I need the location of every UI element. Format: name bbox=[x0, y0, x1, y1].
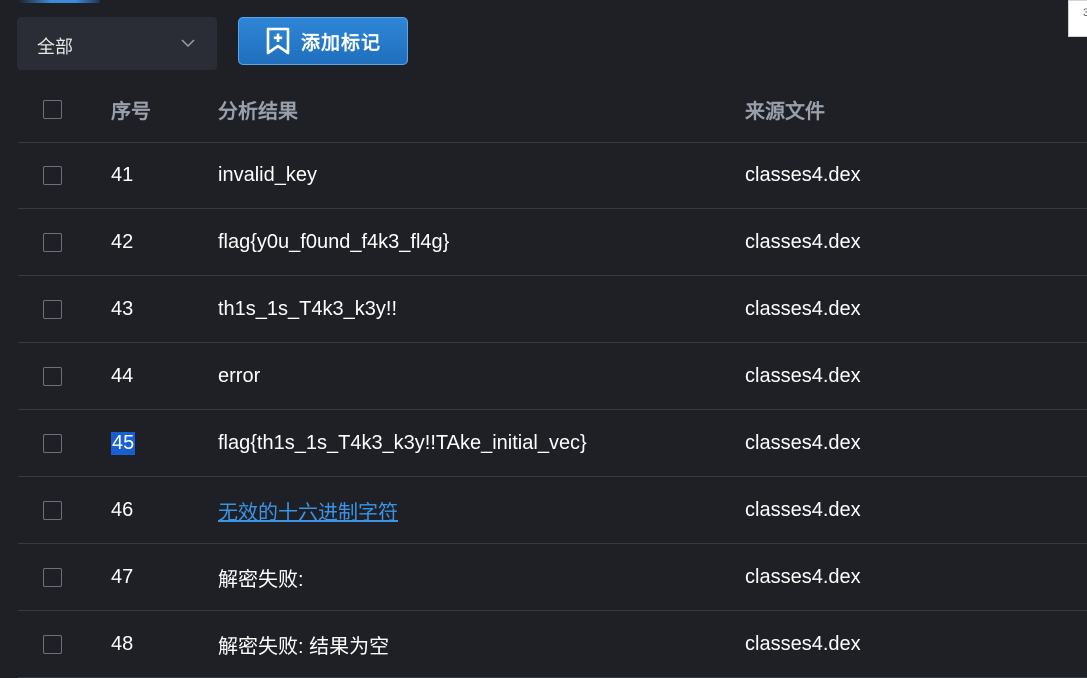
row-source: classes4.dex bbox=[745, 230, 861, 253]
row-source: classes4.dex bbox=[745, 364, 861, 387]
row-id-selected: 45 bbox=[111, 431, 136, 455]
row-result-link[interactable]: 无效的十六进制字符 bbox=[218, 496, 398, 525]
row-id: 42 bbox=[111, 230, 134, 253]
header-id[interactable]: 序号 bbox=[111, 76, 151, 142]
row-id: 47 bbox=[111, 565, 134, 588]
row-result: flag{th1s_1s_T4k3_k3y!!TAke_initial_vec} bbox=[218, 431, 587, 454]
table-row[interactable]: 48 解密失败: 结果为空 classes4.dex bbox=[18, 611, 1087, 678]
results-table: 序号 分析结果 来源文件 41 invalid_key classes4.dex… bbox=[18, 76, 1087, 678]
row-result: 解密失败: 结果为空 bbox=[218, 635, 390, 658]
header-source[interactable]: 来源文件 bbox=[745, 76, 825, 142]
row-result: 解密失败: bbox=[218, 568, 304, 591]
table-row[interactable]: 43 th1s_1s_T4k3_k3y!! classes4.dex bbox=[18, 276, 1087, 343]
table-header: 序号 分析结果 来源文件 bbox=[18, 76, 1087, 143]
add-marker-label: 添加标记 bbox=[300, 32, 381, 54]
row-checkbox[interactable] bbox=[43, 165, 62, 185]
bookmark-add-icon bbox=[266, 27, 290, 55]
row-id: 46 bbox=[111, 498, 134, 521]
table-row[interactable]: 45 flag{th1s_1s_T4k3_k3y!!TAke_initial_v… bbox=[18, 410, 1087, 477]
row-checkbox[interactable] bbox=[43, 366, 62, 386]
row-source: classes4.dex bbox=[745, 431, 861, 454]
row-source: classes4.dex bbox=[745, 632, 861, 655]
add-marker-button[interactable]: 添加标记 bbox=[238, 17, 408, 65]
row-id: 44 bbox=[111, 364, 134, 387]
row-source: classes4.dex bbox=[745, 163, 861, 186]
header-result[interactable]: 分析结果 bbox=[218, 76, 298, 142]
row-id: 41 bbox=[111, 163, 134, 186]
row-checkbox[interactable] bbox=[43, 299, 62, 319]
row-result: flag{y0u_f0und_f4k3_fl4g} bbox=[218, 230, 450, 253]
table-row[interactable]: 41 invalid_key classes4.dex bbox=[18, 142, 1087, 209]
row-result: invalid_key bbox=[218, 163, 317, 186]
row-checkbox[interactable] bbox=[43, 500, 62, 520]
active-tab-indicator bbox=[18, 0, 100, 3]
overlay-corner: 3 bbox=[1068, 0, 1087, 37]
filter-dropdown-value: 全部 bbox=[37, 37, 73, 57]
row-source: classes4.dex bbox=[745, 565, 861, 588]
row-source: classes4.dex bbox=[745, 498, 861, 521]
row-source: classes4.dex bbox=[745, 297, 861, 320]
select-all-checkbox[interactable] bbox=[43, 99, 62, 119]
table-row[interactable]: 44 error classes4.dex bbox=[18, 343, 1087, 410]
table-row[interactable]: 42 flag{y0u_f0und_f4k3_fl4g} classes4.de… bbox=[18, 209, 1087, 276]
row-checkbox[interactable] bbox=[43, 433, 62, 453]
filter-dropdown[interactable]: 全部 bbox=[17, 17, 217, 70]
table-row[interactable]: 46 无效的十六进制字符 classes4.dex bbox=[18, 477, 1087, 544]
chevron-down-icon bbox=[181, 39, 195, 48]
row-id: 48 bbox=[111, 632, 134, 655]
row-result: error bbox=[218, 364, 261, 387]
row-id: 43 bbox=[111, 297, 134, 320]
row-result: th1s_1s_T4k3_k3y!! bbox=[218, 297, 397, 320]
row-checkbox[interactable] bbox=[43, 567, 62, 587]
row-checkbox[interactable] bbox=[43, 232, 62, 252]
table-row[interactable]: 47 解密失败: classes4.dex bbox=[18, 544, 1087, 611]
row-checkbox[interactable] bbox=[43, 634, 62, 654]
